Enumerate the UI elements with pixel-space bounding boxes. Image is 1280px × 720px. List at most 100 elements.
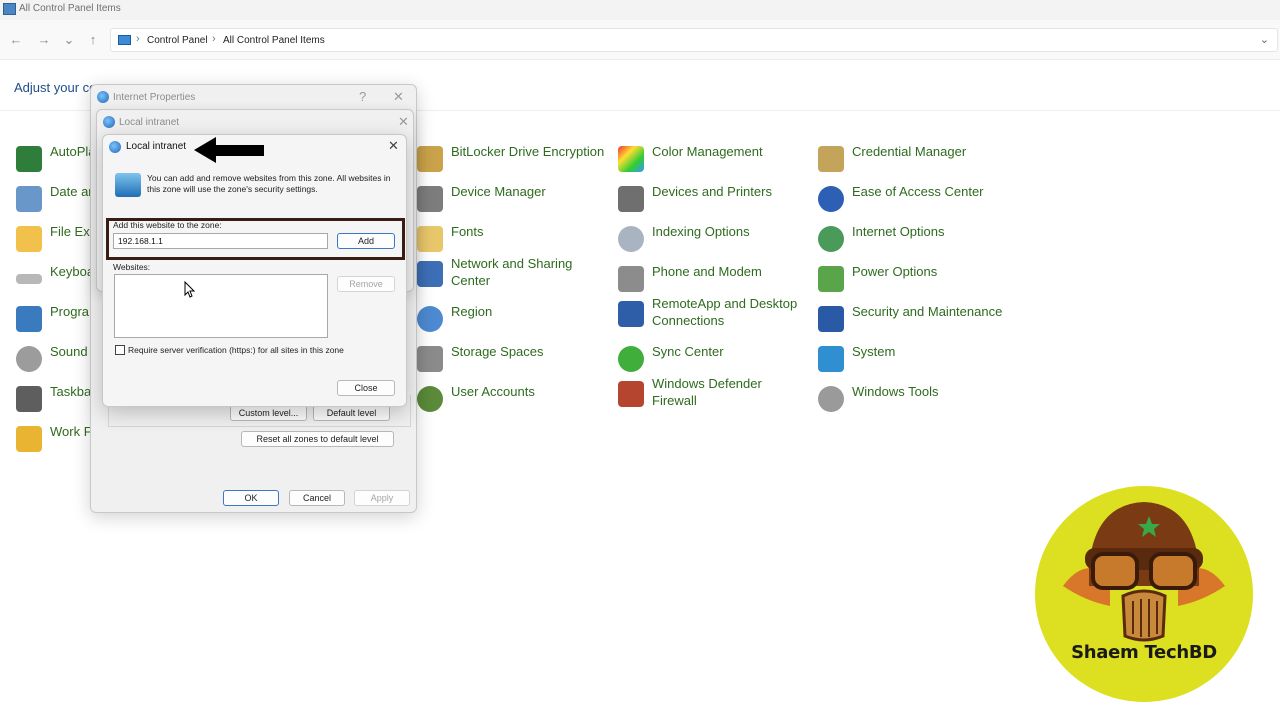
cp-item-label: Power Options [852, 264, 938, 279]
folder-icon [16, 226, 42, 252]
programs-icon [16, 306, 42, 332]
cp-item-ease-of-access[interactable]: Ease of Access Center [818, 183, 1018, 217]
cp-item-storage-spaces[interactable]: Storage Spaces [417, 343, 607, 377]
color-management-icon [618, 146, 644, 172]
storage-icon [417, 346, 443, 372]
cp-item-devices-printers[interactable]: Devices and Printers [618, 183, 808, 217]
breadcrumb-separator: › [212, 33, 216, 45]
cancel-button[interactable]: Cancel [289, 490, 345, 506]
close-button[interactable]: ✕ [388, 138, 399, 154]
fonts-icon [417, 226, 443, 252]
cp-item-network-sharing[interactable]: Network and Sharing Center [417, 255, 607, 291]
websites-list[interactable] [114, 274, 328, 338]
bitlocker-icon [417, 146, 443, 172]
cp-item-label: System [852, 344, 896, 359]
address-dropdown-button[interactable]: ⌄ [1260, 33, 1269, 46]
cp-item-label: Phone and Modem [652, 264, 762, 279]
close-button[interactable]: ✕ [398, 114, 409, 130]
cp-item-taskbar[interactable]: Taskbar [16, 383, 96, 417]
power-icon [818, 266, 844, 292]
cp-item-phone-modem[interactable]: Phone and Modem [618, 263, 808, 297]
region-icon [417, 306, 443, 332]
cp-item-sound[interactable]: Sound [16, 343, 96, 377]
address-bar[interactable]: › Control Panel › All Control Panel Item… [110, 28, 1278, 52]
cp-item-label: Work F [50, 424, 92, 439]
close-button[interactable]: ✕ [393, 89, 404, 105]
custom-level-button[interactable]: Custom level... [230, 405, 307, 421]
cp-item-internet-options[interactable]: Internet Options [818, 223, 1018, 257]
cp-item-sync-center[interactable]: Sync Center [618, 343, 808, 377]
indexing-icon [618, 226, 644, 252]
ok-button[interactable]: OK [223, 490, 279, 506]
cp-item-label: Devices and Printers [652, 184, 772, 199]
internet-options-icon [97, 91, 109, 103]
require-https-checkbox[interactable] [115, 345, 125, 355]
sync-icon [618, 346, 644, 372]
cp-item-label: Storage Spaces [451, 344, 544, 359]
dialog-title: Local intranet [119, 117, 180, 128]
cp-item-remoteapp[interactable]: RemoteApp and Desktop Connections [618, 295, 808, 331]
cp-item-label: Firewall [652, 393, 697, 408]
cp-item-label: Windows Tools [852, 384, 939, 399]
cp-item-label: User Accounts [451, 384, 535, 399]
breadcrumb-all-items[interactable]: All Control Panel Items [223, 35, 325, 46]
printer-icon [618, 186, 644, 212]
default-level-button[interactable]: Default level [313, 405, 390, 421]
system-icon [818, 346, 844, 372]
cp-item-label: Connections [652, 313, 725, 328]
cp-item-label: Internet Options [852, 224, 945, 239]
apply-button[interactable]: Apply [354, 490, 410, 506]
cp-item-programs[interactable]: Progra [16, 303, 96, 337]
window-titlebar: All Control Panel Items [0, 0, 1280, 20]
breadcrumb-control-panel[interactable]: Control Panel [147, 35, 208, 46]
cp-item-windows-tools[interactable]: Windows Tools [818, 383, 1018, 417]
cp-item-label: Progra [50, 304, 90, 319]
dialog-title: Internet Properties [113, 92, 196, 103]
credential-icon [818, 146, 844, 172]
cp-item-label: Ease of Access Center [852, 184, 984, 199]
internet-options-icon [818, 226, 844, 252]
cp-item-bitlocker[interactable]: BitLocker Drive Encryption [417, 143, 607, 177]
reset-all-zones-button[interactable]: Reset all zones to default level [241, 431, 394, 447]
cp-item-label: BitLocker Drive Encryption [451, 144, 605, 159]
back-button[interactable]: ← [8, 32, 24, 47]
cp-item-keyboard[interactable]: Keyboa [16, 263, 96, 297]
cp-item-file-explorer[interactable]: File Exp [16, 223, 97, 257]
remove-button[interactable]: Remove [337, 276, 395, 292]
cp-item-user-accounts[interactable]: User Accounts [417, 383, 607, 417]
cp-item-color-management[interactable]: Color Management [618, 143, 808, 177]
cp-item-power-options[interactable]: Power Options [818, 263, 1018, 297]
user-accounts-icon [417, 386, 443, 412]
cp-item-region[interactable]: Region [417, 303, 607, 337]
pointer-arrow-icon [194, 137, 264, 163]
cp-item-credential-manager[interactable]: Credential Manager [818, 143, 1018, 177]
recent-locations-button[interactable]: ⌄ [61, 32, 77, 48]
cp-item-label: Security and Maintenance [852, 304, 1003, 319]
cp-item-system[interactable]: System [818, 343, 1018, 377]
cp-item-date-time[interactable]: Date ar [16, 183, 96, 217]
security-flag-icon [818, 306, 844, 332]
channel-name: Shaem TechBD [1071, 642, 1217, 663]
cp-item-device-manager[interactable]: Device Manager [417, 183, 607, 217]
forward-button[interactable]: → [36, 32, 52, 47]
cp-item-autoplay[interactable]: AutoPla [16, 143, 96, 177]
cp-item-defender-firewall[interactable]: Windows Defender Firewall [618, 375, 808, 411]
close-dialog-button[interactable]: Close [337, 380, 395, 396]
page-heading: Adjust your co [14, 80, 97, 95]
cp-item-work-folders[interactable]: Work F [16, 423, 96, 457]
date-time-icon [16, 186, 42, 212]
cp-item-label: Keyboa [50, 264, 95, 279]
window-title: All Control Panel Items [19, 3, 121, 14]
cp-item-fonts[interactable]: Fonts [417, 223, 607, 257]
cp-item-security-maintenance[interactable]: Security and Maintenance [818, 303, 1018, 337]
device-manager-icon [417, 186, 443, 212]
help-button[interactable]: ? [359, 89, 366, 104]
ease-access-icon [818, 186, 844, 212]
remoteapp-icon [618, 301, 644, 327]
cp-item-label: Sound [50, 344, 88, 359]
up-button[interactable]: ↑ [85, 32, 101, 47]
cp-item-indexing-options[interactable]: Indexing Options [618, 223, 808, 257]
aviator-helmet-icon [1063, 502, 1225, 642]
autoplay-icon [16, 146, 42, 172]
phone-icon [618, 266, 644, 292]
